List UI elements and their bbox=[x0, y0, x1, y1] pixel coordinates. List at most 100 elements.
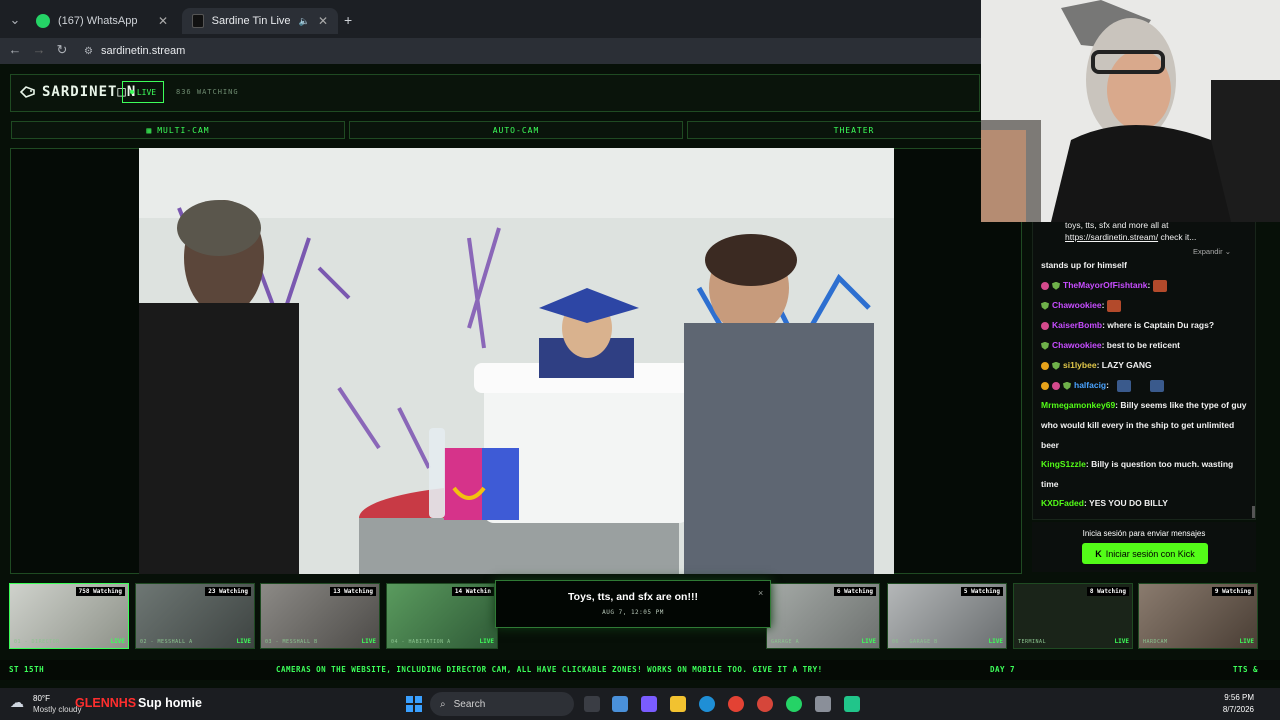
sub-badge-icon bbox=[1041, 321, 1049, 330]
camera-thumbnail[interactable]: 758 Watching 01 - DIRECTOR LIVE bbox=[9, 583, 129, 649]
overlay-username: GLENNHS bbox=[75, 696, 137, 710]
chat-username[interactable]: KingS1zzle bbox=[1041, 459, 1086, 469]
moderator-badge-icon bbox=[1052, 281, 1060, 290]
close-tab-icon[interactable]: ✕ bbox=[158, 14, 168, 28]
thumbnail-label: 02 - MESSHALL A bbox=[140, 639, 193, 645]
reload-icon[interactable]: ↻ bbox=[53, 42, 71, 58]
emote-icon bbox=[1106, 299, 1121, 312]
chat-username[interactable]: si1lybee bbox=[1063, 360, 1097, 370]
thumbnail-live: LIVE bbox=[110, 638, 125, 645]
watching-count: 836 WATCHING bbox=[176, 88, 239, 96]
chat-panel[interactable]: toys, tts, sfx and more all at https://s… bbox=[1032, 220, 1256, 520]
auto-cam-button[interactable]: AUTO-CAM bbox=[349, 121, 683, 139]
thumbnail-live: LIVE bbox=[1239, 638, 1254, 645]
copilot-icon[interactable] bbox=[641, 696, 657, 712]
chat-message: Chawookiee: best to be reticent bbox=[1041, 335, 1251, 355]
moderator-badge-icon bbox=[1063, 381, 1071, 390]
url-text: sardinetin.stream bbox=[100, 45, 186, 57]
camera-thumbnail[interactable]: 6 Watching GARAGE A LIVE bbox=[766, 583, 880, 649]
toast-title: Toys, tts, and sfx are on!!! bbox=[568, 591, 698, 603]
camera-thumbnail[interactable]: 9 Watching HARDCAM LIVE bbox=[1138, 583, 1258, 649]
chat-username[interactable]: KaiserBomb bbox=[1052, 320, 1102, 330]
taskbar-search[interactable]: ⌕ Search bbox=[430, 692, 574, 716]
thumbnail-live: LIVE bbox=[236, 638, 251, 645]
tab-whatsapp[interactable]: (167) WhatsApp ✕ bbox=[26, 8, 178, 34]
edge-icon[interactable] bbox=[699, 696, 715, 712]
camera-thumbnail[interactable]: 8 Watching TERMINAL LIVE bbox=[1013, 583, 1133, 649]
kick-login-button[interactable]: K Iniciar sesión con Kick bbox=[1082, 543, 1208, 564]
emote-icon bbox=[1152, 279, 1167, 292]
weather-temp[interactable]: 80°F bbox=[33, 694, 50, 703]
chat-username[interactable]: KXDFaded bbox=[1041, 498, 1084, 508]
close-tab-icon[interactable]: ✕ bbox=[318, 14, 328, 28]
chat-username[interactable]: Chawookiee bbox=[1052, 340, 1102, 350]
chrome-profile-icon[interactable] bbox=[757, 696, 773, 712]
multi-cam-button[interactable]: ▦ MULTI-CAM bbox=[11, 121, 345, 139]
chrome-icon[interactable] bbox=[728, 696, 744, 712]
widgets-icon[interactable] bbox=[612, 696, 628, 712]
whatsapp-taskbar-icon[interactable] bbox=[786, 696, 802, 712]
thumbnail-label: GARAGE A bbox=[771, 639, 800, 645]
settings-icon[interactable] bbox=[815, 696, 831, 712]
speaker-icon[interactable]: 🔈 bbox=[299, 16, 310, 27]
ticker-right: TTS & bbox=[1233, 665, 1259, 674]
video-frame[interactable] bbox=[139, 148, 894, 574]
thumbnail-watching: 13 Watching bbox=[330, 587, 376, 596]
chat-username[interactable]: Chawookiee bbox=[1052, 300, 1102, 310]
thumbnail-live: LIVE bbox=[361, 638, 376, 645]
chat-message: halfacig: bbox=[1041, 375, 1251, 395]
kick-icon: K bbox=[1095, 548, 1102, 559]
tab-list-chevron-icon[interactable]: ⌄ bbox=[6, 12, 24, 28]
file-explorer-icon[interactable] bbox=[670, 696, 686, 712]
taskbar-time[interactable]: 9:56 PM bbox=[1214, 693, 1254, 702]
pinned-link[interactable]: https://sardinetin.stream/ bbox=[1065, 232, 1158, 242]
video-scene-image bbox=[139, 148, 894, 574]
site-logo[interactable]: SARDINET□N bbox=[20, 84, 136, 100]
camera-thumbnail[interactable]: 14 Watchin 04 - HABITATION A LIVE bbox=[386, 583, 498, 649]
thumbnail-label: HARDCAM bbox=[1143, 639, 1168, 645]
cloud-icon: ☁ bbox=[10, 694, 24, 710]
webcam-image bbox=[981, 0, 1280, 222]
chat-scrollbar[interactable] bbox=[1252, 506, 1255, 518]
ticker-left: ST 15TH bbox=[9, 665, 45, 674]
thumbnail-watching: 23 Watching bbox=[205, 587, 251, 596]
toast-time: AUG 7, 12:05 PM bbox=[602, 609, 664, 616]
chat-message: Mrmegamonkey69: Billy seems like the typ… bbox=[1041, 400, 1247, 450]
toast-close-icon[interactable]: × bbox=[758, 588, 763, 598]
grid-icon: ▦ bbox=[146, 125, 153, 135]
thumbnail-live: LIVE bbox=[861, 638, 876, 645]
windows-start-icon[interactable] bbox=[406, 696, 422, 712]
theater-button[interactable]: THEATER bbox=[687, 121, 1021, 139]
mode-label: AUTO-CAM bbox=[492, 125, 540, 135]
camera-thumbnail[interactable]: 5 Watching 06 - GARAGE B LIVE bbox=[887, 583, 1007, 649]
thumbnail-live: LIVE bbox=[1114, 638, 1129, 645]
site-info-icon[interactable]: ⚙ bbox=[84, 46, 93, 57]
camera-thumbnail[interactable]: 13 Watching 03 - MESSHALL B LIVE bbox=[260, 583, 380, 649]
forward-icon[interactable]: → bbox=[30, 42, 48, 57]
thumbnail-label: 06 - GARAGE B bbox=[892, 639, 938, 645]
back-icon[interactable]: ← bbox=[6, 42, 24, 57]
login-note: Inicia sesión para enviar mensajes bbox=[1082, 529, 1206, 538]
url-field[interactable]: ⚙ sardinetin.stream bbox=[84, 42, 185, 60]
obs-icon[interactable] bbox=[844, 696, 860, 712]
chat-username[interactable]: TheMayorOfFishtank bbox=[1063, 280, 1148, 290]
camera-thumbnail[interactable]: 23 Watching 02 - MESSHALL A LIVE bbox=[135, 583, 255, 649]
chat-username[interactable]: Mrmegamonkey69 bbox=[1041, 400, 1115, 410]
task-view-icon[interactable] bbox=[584, 696, 600, 712]
thumbnail-label: 01 - DIRECTOR bbox=[14, 639, 60, 645]
new-tab-button[interactable]: + bbox=[344, 12, 352, 28]
thumbnail-label: 03 - MESSHALL B bbox=[265, 639, 318, 645]
mode-label: THEATER bbox=[833, 125, 875, 135]
moderator-badge-icon bbox=[1052, 361, 1060, 370]
tab-sardine-tin[interactable]: Sardine Tin Live - All Room 🔈 ✕ bbox=[182, 8, 338, 34]
thumbnail-watching: 6 Watching bbox=[833, 587, 876, 596]
thumbnail-watching: 5 Watching bbox=[960, 587, 1003, 596]
chat-message: si1lybee: LAZY GANG bbox=[1041, 355, 1251, 375]
live-dot-icon bbox=[129, 90, 134, 94]
ticker-message: CAMERAS ON THE WEBSITE, INCLUDING DIRECT… bbox=[276, 665, 823, 674]
mode-label: MULTI-CAM bbox=[157, 125, 210, 135]
chat-username[interactable]: halfacig bbox=[1074, 380, 1106, 390]
moderator-badge-icon bbox=[1041, 301, 1049, 310]
search-icon: ⌕ bbox=[440, 698, 446, 710]
live-label: LIVE bbox=[136, 87, 157, 97]
